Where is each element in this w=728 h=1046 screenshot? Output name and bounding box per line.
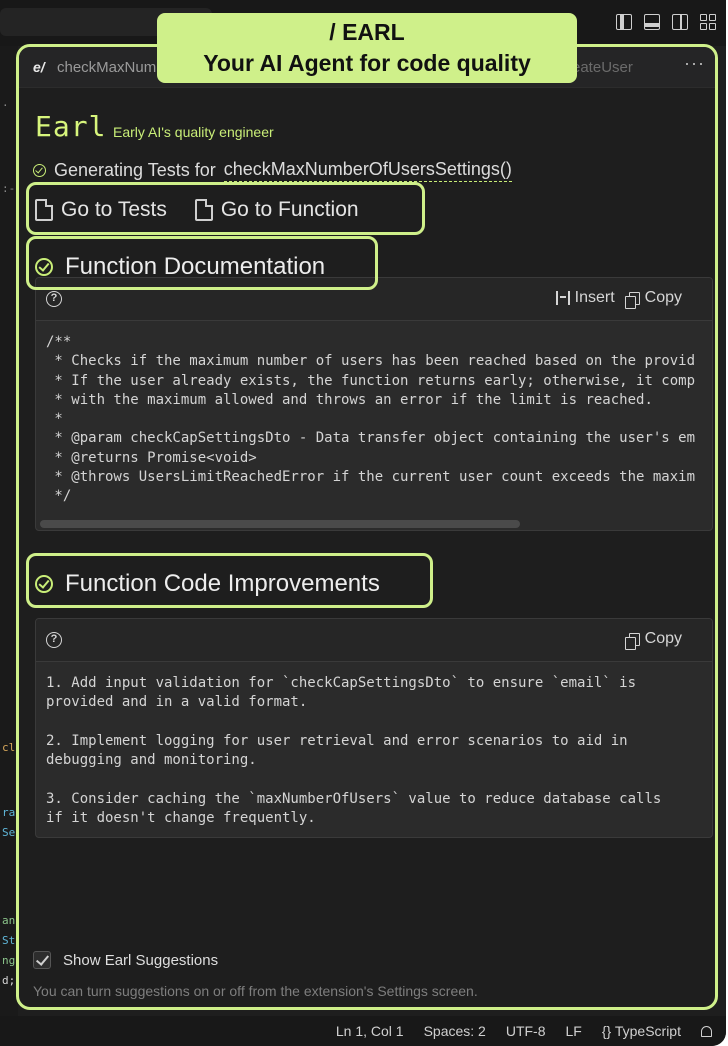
badge-line-2: Your AI Agent for code quality bbox=[203, 50, 531, 76]
insert-button[interactable]: Insert bbox=[555, 289, 615, 307]
help-icon[interactable]: ? bbox=[46, 291, 62, 307]
show-suggestions-label[interactable]: Show Earl Suggestions bbox=[63, 952, 218, 969]
help-icon[interactable]: ? bbox=[46, 632, 62, 648]
insert-label: Insert bbox=[574, 289, 615, 306]
bell-icon[interactable] bbox=[701, 1025, 712, 1037]
gutter-mark: an bbox=[2, 914, 16, 927]
gutter-mark: . bbox=[2, 96, 9, 109]
language-mode[interactable]: {} TypeScript bbox=[602, 1023, 681, 1039]
toggle-sidebar-icon[interactable] bbox=[672, 14, 688, 30]
code-block-header: ? Copy bbox=[36, 619, 712, 662]
gutter-mark: ra bbox=[2, 806, 16, 819]
earl-title: Earl bbox=[35, 110, 107, 143]
horizontal-scrollbar[interactable] bbox=[40, 520, 520, 528]
improvements-highlight bbox=[26, 553, 433, 608]
earl-badge: / EARL Your AI Agent for code quality bbox=[157, 13, 577, 83]
gutter-mark: d; bbox=[2, 974, 16, 987]
improvements-text: 1. Add input validation for `checkCapSet… bbox=[46, 675, 662, 827]
generating-prefix: Generating Tests for bbox=[54, 160, 216, 180]
encoding-setting[interactable]: UTF-8 bbox=[506, 1023, 546, 1039]
copy-label: Copy bbox=[644, 289, 682, 306]
more-actions-icon[interactable]: ··· bbox=[684, 53, 705, 74]
gutter-mark: cl bbox=[2, 741, 16, 754]
copy-button[interactable]: Copy bbox=[624, 289, 682, 309]
generating-status: Generating Tests for checkMaxNumberOfUse… bbox=[33, 159, 512, 182]
show-suggestions-row: Show Earl Suggestions bbox=[33, 951, 218, 969]
documentation-highlight bbox=[26, 236, 378, 290]
documentation-code: /** * Checks if the maximum number of us… bbox=[46, 334, 696, 505]
status-bar: Ln 1, Col 1 Spaces: 2 UTF-8 LF {} TypeSc… bbox=[0, 1016, 726, 1046]
code-block-actions: Insert Copy bbox=[555, 289, 682, 309]
copy-icon bbox=[624, 632, 640, 650]
improvements-code-block: ? Copy 1. Add input validation for `chec… bbox=[35, 618, 713, 838]
layout-controls bbox=[616, 14, 716, 30]
split-editor-icon[interactable] bbox=[616, 14, 632, 30]
badge-line-1: / EARL bbox=[329, 19, 405, 45]
toggle-panel-icon[interactable] bbox=[644, 14, 660, 30]
suggestions-hint: You can turn suggestions on or off from … bbox=[33, 983, 478, 999]
earl-subtitle: Early AI's quality engineer bbox=[113, 124, 274, 140]
indentation-setting[interactable]: Spaces: 2 bbox=[424, 1023, 486, 1039]
cursor-position[interactable]: Ln 1, Col 1 bbox=[336, 1023, 404, 1039]
gutter-mark: Se bbox=[2, 826, 16, 839]
gutter-mark: ng bbox=[2, 954, 16, 967]
generating-function-link[interactable]: checkMaxNumberOfUsersSettings() bbox=[223, 159, 512, 182]
nav-links-highlight bbox=[26, 182, 425, 235]
vscode-window: . :- cl ra Se an St ng d; e/ checkMaxNum… bbox=[0, 0, 726, 1046]
check-circle-icon bbox=[33, 164, 46, 177]
documentation-code-block: ? Insert Copy /** * Checks if the maximu… bbox=[35, 277, 713, 531]
gutter-mark: St bbox=[2, 934, 16, 947]
tab-check-max-num[interactable]: checkMaxNum bbox=[57, 59, 156, 76]
customize-layout-icon[interactable] bbox=[700, 14, 716, 30]
gutter-mark: :- bbox=[2, 182, 16, 195]
show-suggestions-checkbox[interactable] bbox=[33, 951, 51, 969]
copy-label: Copy bbox=[644, 630, 682, 647]
eol-setting[interactable]: LF bbox=[566, 1023, 582, 1039]
copy-icon bbox=[624, 291, 640, 309]
insert-icon bbox=[555, 291, 570, 305]
code-block-actions: Copy bbox=[624, 630, 682, 650]
earl-tab-logo: e/ bbox=[33, 59, 45, 75]
copy-button[interactable]: Copy bbox=[624, 630, 682, 650]
